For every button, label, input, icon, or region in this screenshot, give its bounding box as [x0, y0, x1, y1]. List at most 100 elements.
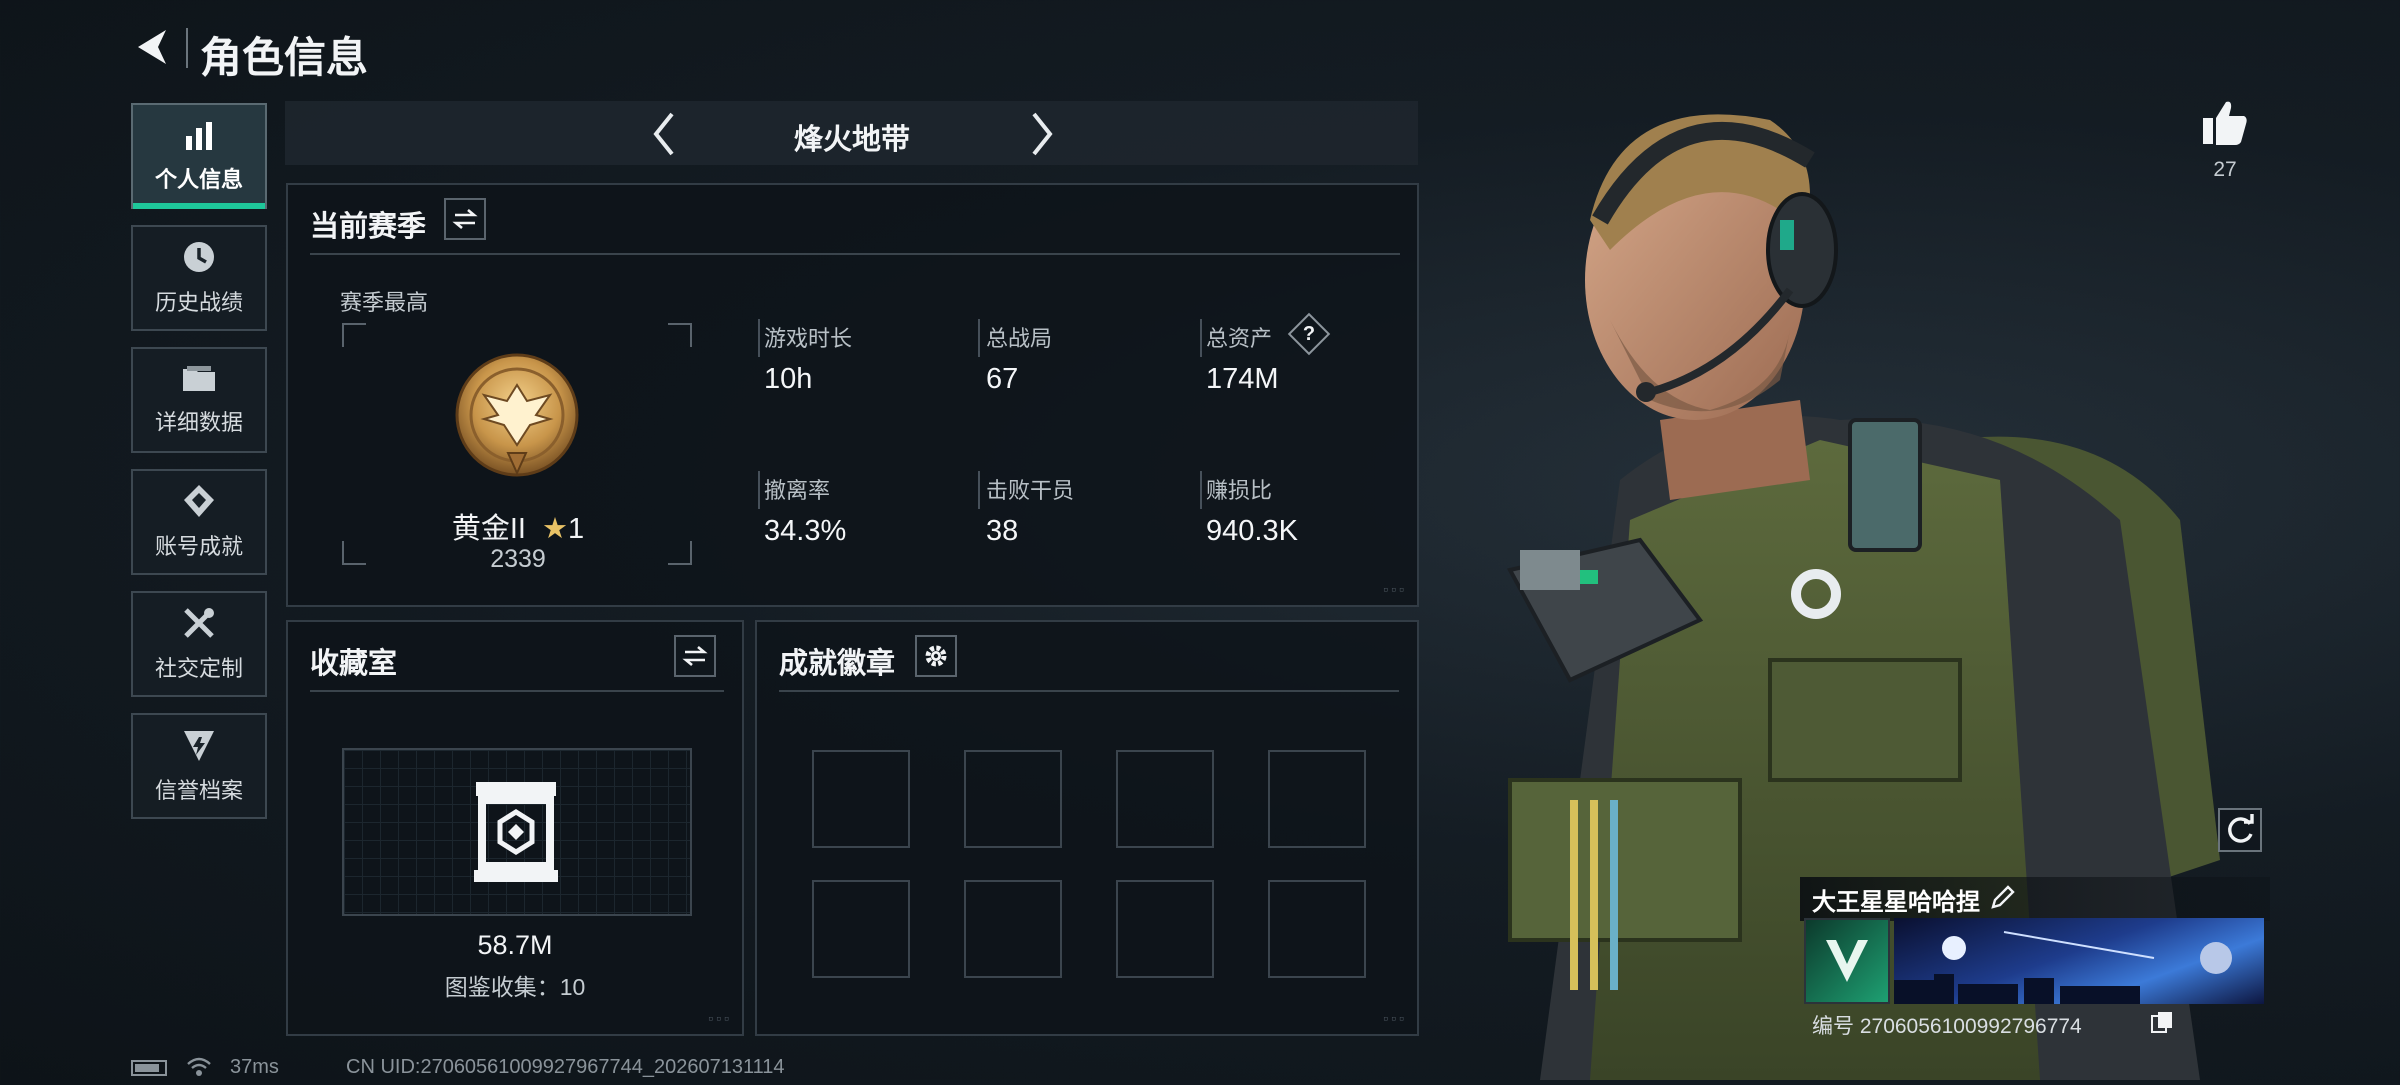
stat-value-extract-rate: 34.3%	[764, 515, 847, 547]
avatar-logo-icon	[1826, 940, 1868, 982]
stat-label-matches: 总战局	[986, 326, 1053, 351]
edit-name-button[interactable]	[1988, 882, 2018, 912]
back-button[interactable]	[130, 24, 176, 70]
sidebar-item-social[interactable]: 社交定制	[131, 591, 267, 697]
sidebar-item-label: 信誉档案	[154, 778, 243, 803]
like-button[interactable]	[2200, 98, 2250, 148]
like-count: 27	[2213, 158, 2237, 181]
sidebar-item-achievements[interactable]: 账号成就	[131, 469, 267, 575]
ping-text: 37ms	[230, 1056, 279, 1078]
chevron-left-icon	[653, 112, 674, 156]
season-switch-button[interactable]	[444, 198, 486, 240]
gear-icon	[925, 645, 947, 667]
stat-divider	[1200, 319, 1202, 357]
help-icon: ?	[1302, 323, 1316, 345]
vault-icon	[470, 778, 562, 886]
badge-slot[interactable]	[1116, 750, 1214, 848]
pencil-icon	[1991, 885, 2015, 909]
stat-label-profit-ratio: 赚损比	[1206, 478, 1273, 503]
sidebar-item-credit[interactable]: 信誉档案	[131, 713, 267, 819]
medal-icon	[184, 485, 214, 517]
sidebar-item-label: 社交定制	[154, 656, 243, 681]
title-divider	[186, 28, 188, 68]
shield-icon	[184, 731, 214, 761]
rank-frame-corner	[342, 323, 366, 347]
sidebar-item-details[interactable]: 详细数据	[131, 347, 267, 453]
season-best-label: 赛季最高	[340, 290, 429, 315]
folder-icon	[183, 366, 215, 391]
star-icon: ★	[542, 513, 569, 545]
season-title: 当前赛季	[310, 211, 427, 243]
badge-slot[interactable]	[1116, 880, 1214, 978]
sidebar-item-label: 详细数据	[154, 410, 243, 435]
sidebar-item-personal-info[interactable]: 个人信息	[131, 103, 267, 209]
back-arrow-icon	[138, 30, 166, 64]
copy-id-button[interactable]	[2150, 1010, 2174, 1034]
clock-icon	[184, 242, 214, 272]
stat-divider	[758, 471, 760, 509]
player-id: 编号 2706056100992796774	[1812, 1015, 2082, 1038]
rotate-view-button[interactable]	[2218, 808, 2262, 852]
rank-name: 黄金II	[451, 513, 526, 545]
stat-divider	[1200, 471, 1202, 509]
stat-value-matches: 67	[986, 363, 1019, 395]
achievement-title: 成就徽章	[779, 648, 896, 680]
stat-value-profit-ratio: 940.3K	[1206, 515, 1298, 547]
stat-label-assets: 总资产	[1206, 326, 1273, 351]
corner-decoration: ▫▫▫	[1383, 1010, 1407, 1026]
uid-text: CN UID:270605610099279677​44_20260713111…	[346, 1056, 785, 1078]
badge-slot[interactable]	[1268, 880, 1366, 978]
season-panel: 当前赛季 赛季最高 黄金II ★1 2339 游戏时长 10h 总战局 67 总…	[286, 183, 1419, 607]
corner-decoration: ▫▫▫	[708, 1010, 732, 1026]
sidebar-item-label: 账号成就	[154, 534, 243, 559]
badge-slot[interactable]	[812, 750, 910, 848]
sidebar-item-label: 个人信息	[154, 167, 243, 192]
stat-divider	[978, 319, 980, 357]
badge-slot[interactable]	[964, 880, 1062, 978]
collection-count: 图鉴收集：10	[444, 974, 586, 1000]
collection-panel[interactable]: 收藏室 58.7M 图鉴收集：10 ▫▫▫	[286, 620, 744, 1036]
collection-value: 58.7M	[477, 930, 553, 960]
rank-emblem	[452, 349, 582, 485]
eagle-emblem-icon	[455, 353, 579, 477]
achievement-header-divider	[779, 690, 1399, 692]
stat-value-playtime: 10h	[764, 363, 813, 395]
sidebar-item-label: 历史战绩	[154, 290, 243, 315]
wifi-icon	[186, 1056, 212, 1078]
achievement-panel[interactable]: 成就徽章 ▫▫▫	[755, 620, 1419, 1036]
stat-label-playtime: 游戏时长	[764, 326, 853, 351]
thumbs-up-icon	[2203, 101, 2247, 145]
badge-slot[interactable]	[964, 750, 1062, 848]
achievement-settings-button[interactable]	[915, 635, 957, 677]
profile-banner[interactable]	[1894, 918, 2264, 1004]
collection-header-divider	[310, 690, 724, 692]
chevron-right-icon	[1032, 112, 1053, 156]
swap-icon	[682, 646, 708, 666]
season-header-divider	[310, 253, 1400, 255]
stat-divider	[978, 471, 980, 509]
rank-score: 2339	[490, 545, 546, 573]
sidebar-item-history[interactable]: 历史战绩	[131, 225, 267, 331]
bar-chart-icon	[186, 122, 212, 150]
collection-title: 收藏室	[310, 648, 398, 680]
rank-name-row: 黄金II ★1	[348, 505, 688, 547]
player-name: 大王星星哈哈捏	[1812, 889, 1980, 916]
stat-value-kills: 38	[986, 515, 1019, 547]
night-sky-banner	[1894, 931, 2232, 1004]
badge-slot[interactable]	[812, 880, 910, 978]
stat-label-kills: 击败干员	[986, 478, 1075, 503]
next-mode-button[interactable]	[1018, 108, 1062, 160]
mode-label: 烽火地带	[793, 124, 910, 156]
battery-icon	[131, 1060, 167, 1076]
corner-decoration: ▫▫▫	[1383, 581, 1407, 597]
rank-frame-corner	[668, 323, 692, 347]
player-avatar[interactable]	[1804, 918, 1890, 1004]
rank-stars: 1	[568, 513, 585, 545]
stat-label-extract-rate: 撤离率	[764, 478, 831, 503]
badge-slot[interactable]	[1268, 750, 1366, 848]
copy-icon	[2151, 1012, 2172, 1033]
prev-mode-button[interactable]	[644, 108, 688, 160]
active-indicator	[133, 203, 265, 209]
collection-switch-button[interactable]	[674, 635, 716, 677]
page-title: 角色信息	[200, 34, 369, 81]
